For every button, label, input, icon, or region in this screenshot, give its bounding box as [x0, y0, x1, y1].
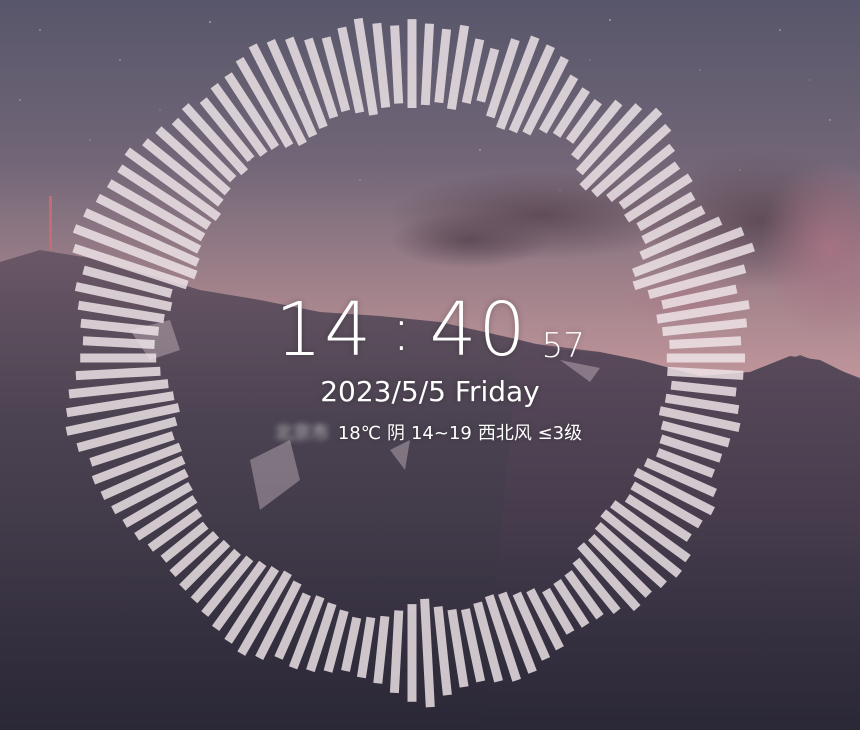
weather-temperature-range: 14~19: [410, 423, 472, 444]
visualizer-bar: [476, 47, 500, 103]
visualizer-bar: [147, 508, 203, 552]
clock-hours: 14: [275, 287, 374, 373]
weather-condition: 阴: [386, 423, 405, 444]
visualizer-bar: [389, 610, 404, 694]
visualizer-bar: [433, 606, 452, 696]
clock-minutes: 40: [429, 287, 528, 373]
visualizer-bar: [461, 38, 485, 104]
clock-separator: :: [391, 295, 412, 365]
visualizer-bar: [373, 615, 390, 684]
visualizer-bar: [446, 24, 470, 110]
clock-seconds: 57: [541, 326, 585, 366]
visualizer-bar: [341, 616, 362, 672]
visualizer-bar: [447, 608, 469, 688]
visualizer-bar: [420, 598, 435, 708]
visualizer-bar: [434, 28, 452, 104]
visualizer-bar: [390, 25, 404, 104]
visualizer-bar: [169, 531, 220, 578]
weather-display: 北京市 18℃ 阴 14~19 西北风 ≤3级: [0, 420, 860, 448]
visualizer-bar: [356, 616, 376, 679]
weather-temperature: 18℃: [337, 423, 381, 444]
visualizer-bar: [372, 22, 391, 108]
weather-city: 北京市: [274, 423, 329, 444]
weather-wind: 西北风 ≤3级: [477, 423, 583, 444]
date-display: 2023/5/5 Friday: [320, 375, 540, 408]
desktop-wallpaper-widget: 14:40 57 2023/5/5 Friday 北京市 18℃ 阴 14~19 西北风 …: [0, 0, 860, 730]
visualizer-bar: [420, 23, 434, 106]
clock: 14:40 57: [0, 290, 860, 370]
